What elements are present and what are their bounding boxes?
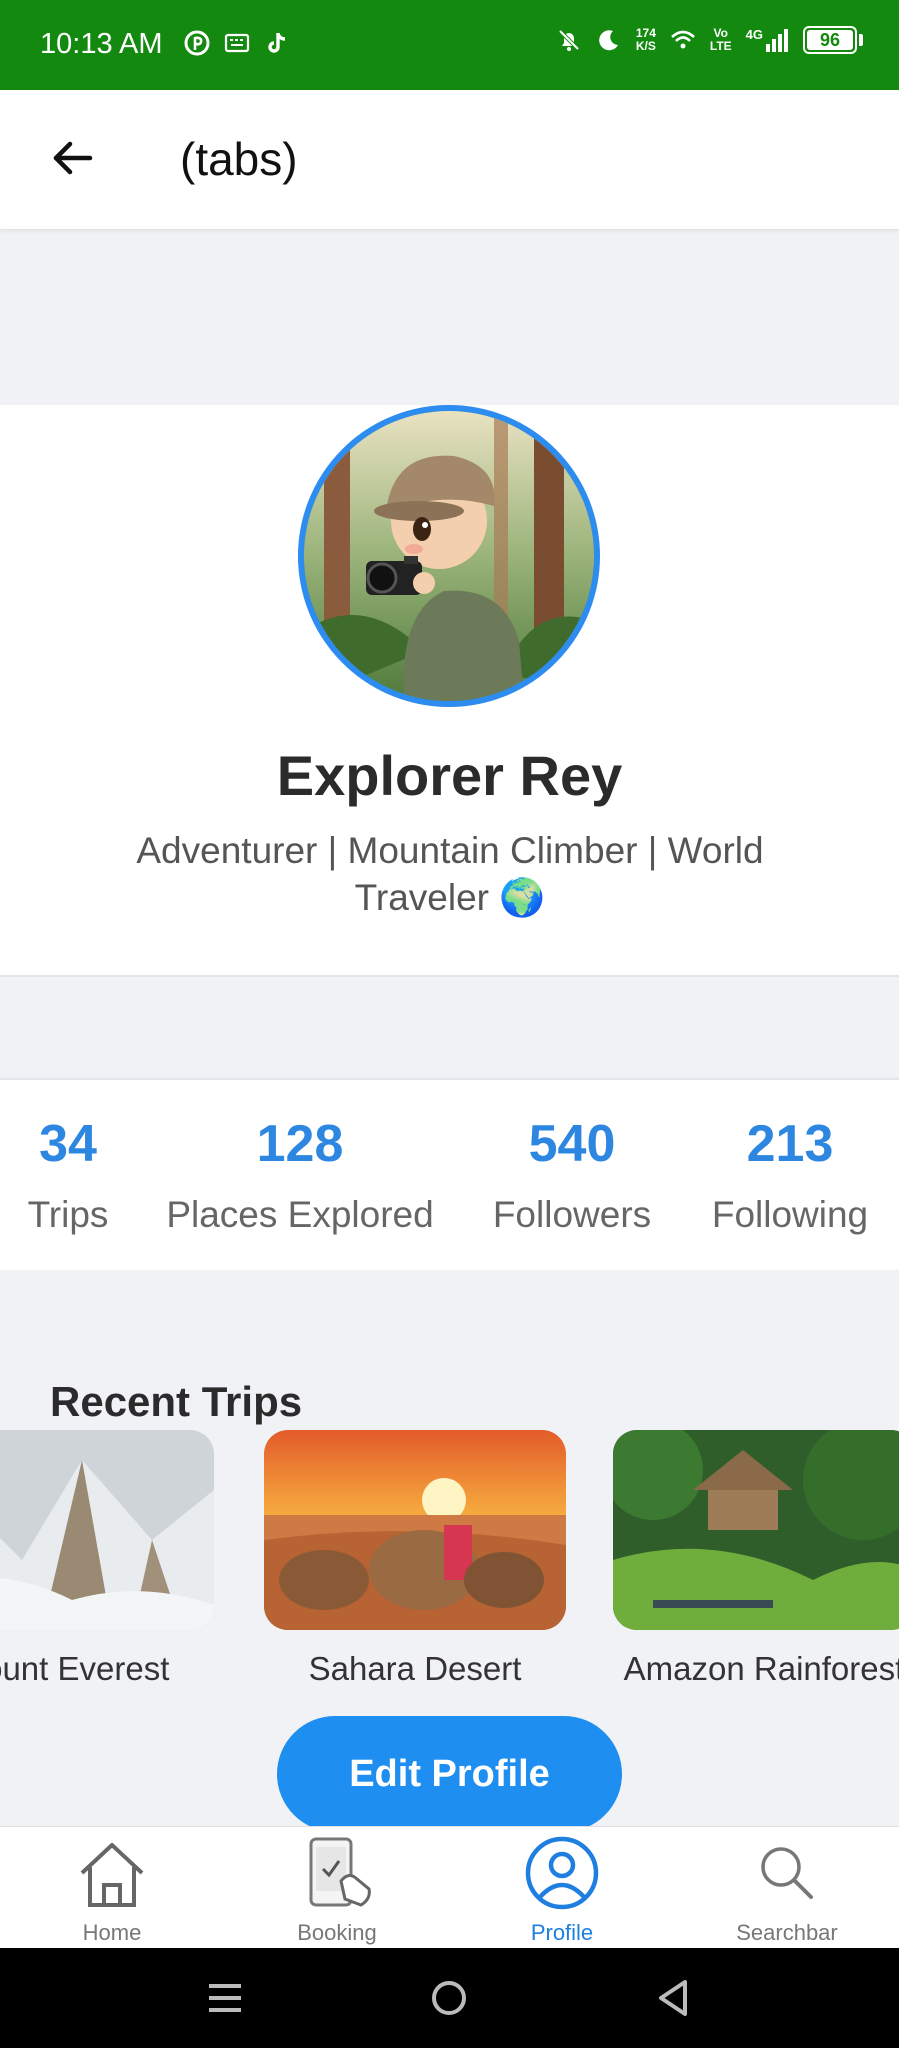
nav-label: Home <box>82 1920 142 1945</box>
wifi-icon <box>671 30 695 49</box>
back-button[interactable] <box>44 130 100 186</box>
nav-label: Booking <box>297 1920 377 1945</box>
stat-following[interactable]: 213 Following <box>700 1114 880 1236</box>
stat-value: 34 <box>39 1115 97 1173</box>
stat-value: 540 <box>528 1115 616 1173</box>
nav-label: Profile <box>530 1920 594 1945</box>
trip-image-mountain <box>0 1430 214 1630</box>
volte-indicator: Vo LTE <box>710 27 732 53</box>
bottom-navigation: Home Booking Profile Searchbar <box>0 1826 899 1948</box>
stat-value: 128 <box>256 1115 344 1173</box>
stats-card: 34 Trips 128 Places Explored 540 Followe… <box>0 1078 899 1270</box>
edit-profile-button[interactable]: Edit Profile <box>277 1716 622 1832</box>
stat-label: Following <box>711 1194 869 1235</box>
status-bar: 10:13 AM 174 K/S Vo LTE 4G 96 <box>0 0 899 90</box>
recent-apps-icon[interactable] <box>197 1970 253 2026</box>
back-triangle-icon[interactable] <box>645 1970 701 2026</box>
stat-trips[interactable]: 34 Trips <box>18 1114 118 1236</box>
trip-card-mount-everest[interactable]: Mount Everest <box>0 1430 214 1688</box>
signal-icon: 4G <box>746 27 789 53</box>
tiktok-icon <box>268 33 286 53</box>
arrow-left-icon <box>53 141 93 175</box>
page-title: (tabs) <box>180 133 298 185</box>
avatar-illustration <box>304 411 594 701</box>
net-speed-unit: K/S <box>635 39 656 53</box>
booking-icon <box>309 1837 371 1907</box>
battery-indicator: 96 <box>803 26 863 54</box>
battery-icon: 96 <box>803 26 857 54</box>
nav-item-profile[interactable]: Profile <box>462 1833 662 1946</box>
system-navigation-bar <box>0 1948 899 2048</box>
nav-label: Searchbar <box>736 1920 838 1945</box>
search-icon <box>761 1847 813 1899</box>
stat-label: Followers <box>492 1194 652 1235</box>
keyboard-icon <box>224 33 250 53</box>
volte-bottom: LTE <box>709 39 732 53</box>
status-time: 10:13 AM <box>40 28 163 60</box>
app-header: (tabs) <box>0 90 899 230</box>
nav-item-home[interactable]: Home <box>12 1833 212 1946</box>
trip-image-rainforest <box>613 1430 899 1630</box>
profile-card: Explorer Rey Adventurer | Mountain Climb… <box>0 405 899 977</box>
recent-trips-carousel[interactable]: Mount Everest S <box>0 1430 899 1700</box>
do-not-disturb-moon-icon <box>599 30 618 51</box>
stat-label: Places Explored <box>166 1194 434 1235</box>
bell-muted-icon <box>558 29 580 51</box>
trip-label: Mount Everest <box>0 1650 170 1687</box>
profile-bio: Adventurer | Mountain Climber | World Tr… <box>136 830 764 918</box>
profile-icon <box>525 1836 599 1910</box>
trip-card-amazon-rainforest[interactable]: Amazon Rainforest <box>613 1430 899 1688</box>
profile-name: Explorer Rey <box>276 744 623 807</box>
signal-bars-icon <box>766 29 788 52</box>
trip-card-sahara-desert[interactable]: Sahara Desert <box>264 1430 566 1688</box>
nav-item-searchbar[interactable]: Searchbar <box>687 1833 887 1946</box>
status-notification-icons <box>184 30 290 56</box>
stat-followers[interactable]: 540 Followers <box>482 1114 662 1236</box>
home-icon <box>80 1843 144 1907</box>
trip-image-desert <box>264 1430 566 1630</box>
avatar[interactable] <box>298 405 600 707</box>
battery-level: 96 <box>807 30 853 50</box>
trip-label: Sahara Desert <box>308 1650 522 1687</box>
recent-trips-title: Recent Trips <box>50 1378 303 1425</box>
nav-item-booking[interactable]: Booking <box>237 1833 437 1946</box>
stat-label: Trips <box>27 1194 109 1235</box>
pinterest-icon <box>184 30 210 56</box>
stat-value: 213 <box>746 1115 834 1173</box>
network-type: 4G <box>745 27 763 42</box>
home-circle-icon[interactable] <box>421 1970 477 2026</box>
status-system-icons: 174 K/S Vo LTE 4G 96 <box>556 26 863 54</box>
trip-label: Amazon Rainforest <box>623 1650 899 1687</box>
stat-places-explored[interactable]: 128 Places Explored <box>155 1114 445 1236</box>
network-speed: 174 K/S <box>636 27 656 53</box>
